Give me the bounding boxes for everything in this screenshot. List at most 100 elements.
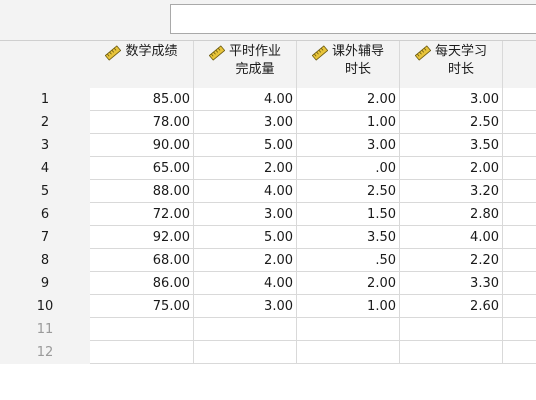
column-header-label: 每天学习 时长 <box>434 44 487 77</box>
table-row: 9 86.00 4.00 2.00 3.30 <box>0 272 536 295</box>
table-row: 1 85.00 4.00 2.00 3.00 <box>0 88 536 111</box>
data-cell[interactable]: 85.00 <box>90 88 194 111</box>
data-cell[interactable]: 88.00 <box>90 180 194 203</box>
empty-column-cell[interactable] <box>503 157 536 180</box>
data-cell[interactable]: 1.50 <box>297 203 400 226</box>
data-cell[interactable]: 65.00 <box>90 157 194 180</box>
column-header-4[interactable]: 每天学习 时长 <box>400 41 503 88</box>
empty-column-cell[interactable] <box>503 88 536 111</box>
table-row: 6 72.00 3.00 1.50 2.80 <box>0 203 536 226</box>
empty-column-cell[interactable] <box>503 318 536 341</box>
data-cell[interactable]: .00 <box>297 157 400 180</box>
data-cell[interactable]: 2.60 <box>400 295 503 318</box>
column-header-1[interactable]: 数学成绩 <box>90 41 194 88</box>
empty-column-cell[interactable] <box>503 249 536 272</box>
data-cell[interactable] <box>90 341 194 364</box>
row-number[interactable]: 5 <box>0 180 90 203</box>
ruler-scale-icon <box>208 45 225 61</box>
data-cell[interactable]: 3.00 <box>400 88 503 111</box>
table-row: 2 78.00 3.00 1.00 2.50 <box>0 111 536 134</box>
data-cell[interactable]: 78.00 <box>90 111 194 134</box>
data-cell[interactable]: 72.00 <box>90 203 194 226</box>
data-cell[interactable]: 2.00 <box>400 157 503 180</box>
data-cell[interactable]: 5.00 <box>194 226 297 249</box>
data-cell[interactable]: 90.00 <box>90 134 194 157</box>
table-row: 3 90.00 5.00 3.00 3.50 <box>0 134 536 157</box>
row-number[interactable]: 9 <box>0 272 90 295</box>
data-cell[interactable]: .50 <box>297 249 400 272</box>
data-cell[interactable]: 2.20 <box>400 249 503 272</box>
empty-column-cell[interactable] <box>503 295 536 318</box>
row-number[interactable]: 2 <box>0 111 90 134</box>
row-number[interactable]: 7 <box>0 226 90 249</box>
ruler-scale-icon <box>311 45 328 61</box>
row-number[interactable]: 3 <box>0 134 90 157</box>
empty-column-cell[interactable] <box>503 180 536 203</box>
data-cell[interactable]: 2.00 <box>194 157 297 180</box>
data-cell[interactable]: 1.00 <box>297 111 400 134</box>
row-number[interactable]: 11 <box>0 318 90 341</box>
column-header-label: 数学成绩 <box>125 44 178 59</box>
table-row: 5 88.00 4.00 2.50 3.20 <box>0 180 536 203</box>
data-cell[interactable]: 5.00 <box>194 134 297 157</box>
toolbar-area <box>0 0 536 41</box>
cell-value-input[interactable] <box>170 4 536 34</box>
data-cell[interactable]: 2.50 <box>297 180 400 203</box>
column-header-3[interactable]: 课外辅导 时长 <box>297 41 400 88</box>
data-cell[interactable]: 3.20 <box>400 180 503 203</box>
row-number[interactable]: 10 <box>0 295 90 318</box>
column-header-label: 平时作业 完成量 <box>228 44 281 77</box>
data-cell[interactable]: 3.00 <box>194 295 297 318</box>
column-header-row: 数学成绩 平时作业 完成量 课外辅导 时长 每天学习 时长 <box>0 41 536 88</box>
data-cell[interactable]: 92.00 <box>90 226 194 249</box>
ruler-scale-icon <box>105 45 122 61</box>
data-cell[interactable]: 3.30 <box>400 272 503 295</box>
table-row: 7 92.00 5.00 3.50 4.00 <box>0 226 536 249</box>
table-row: 8 68.00 2.00.50 2.20 <box>0 249 536 272</box>
data-cell[interactable]: 2.50 <box>400 111 503 134</box>
data-cell[interactable]: 3.50 <box>400 134 503 157</box>
column-header-label: 课外辅导 时长 <box>331 44 384 77</box>
row-number[interactable]: 12 <box>0 341 90 364</box>
empty-column-cell[interactable] <box>503 134 536 157</box>
data-cell[interactable]: 4.00 <box>194 180 297 203</box>
empty-column-cell[interactable] <box>503 203 536 226</box>
table-row: 11 <box>0 318 536 341</box>
data-cell[interactable]: 2.00 <box>194 249 297 272</box>
data-cell[interactable]: 2.00 <box>297 272 400 295</box>
data-cell[interactable]: 4.00 <box>400 226 503 249</box>
data-cell[interactable] <box>297 318 400 341</box>
data-cell[interactable] <box>297 341 400 364</box>
row-number[interactable]: 8 <box>0 249 90 272</box>
empty-column-cell[interactable] <box>503 111 536 134</box>
empty-column-cell[interactable] <box>503 272 536 295</box>
data-cell[interactable]: 75.00 <box>90 295 194 318</box>
data-cell[interactable]: 68.00 <box>90 249 194 272</box>
data-cell[interactable]: 4.00 <box>194 272 297 295</box>
data-cell[interactable] <box>400 318 503 341</box>
data-cell[interactable]: 3.00 <box>297 134 400 157</box>
data-cell[interactable]: 86.00 <box>90 272 194 295</box>
data-cell[interactable]: 3.00 <box>194 203 297 226</box>
row-number[interactable]: 6 <box>0 203 90 226</box>
table-row: 12 <box>0 341 536 364</box>
data-cell[interactable]: 4.00 <box>194 88 297 111</box>
empty-column-cell[interactable] <box>503 226 536 249</box>
empty-column-cell[interactable] <box>503 341 536 364</box>
data-cell[interactable]: 2.00 <box>297 88 400 111</box>
data-cell[interactable] <box>194 318 297 341</box>
data-cell[interactable]: 3.00 <box>194 111 297 134</box>
table-row: 10 75.00 3.00 1.00 2.60 <box>0 295 536 318</box>
data-cell[interactable]: 2.80 <box>400 203 503 226</box>
ruler-scale-icon <box>414 45 431 61</box>
row-number[interactable]: 1 <box>0 88 90 111</box>
data-cell[interactable]: 3.50 <box>297 226 400 249</box>
corner-cell[interactable] <box>0 41 90 88</box>
data-cell[interactable] <box>90 318 194 341</box>
data-cell[interactable] <box>400 341 503 364</box>
table-row: 4 65.00 2.00.00 2.00 <box>0 157 536 180</box>
column-header-2[interactable]: 平时作业 完成量 <box>194 41 297 88</box>
row-number[interactable]: 4 <box>0 157 90 180</box>
data-cell[interactable] <box>194 341 297 364</box>
data-cell[interactable]: 1.00 <box>297 295 400 318</box>
